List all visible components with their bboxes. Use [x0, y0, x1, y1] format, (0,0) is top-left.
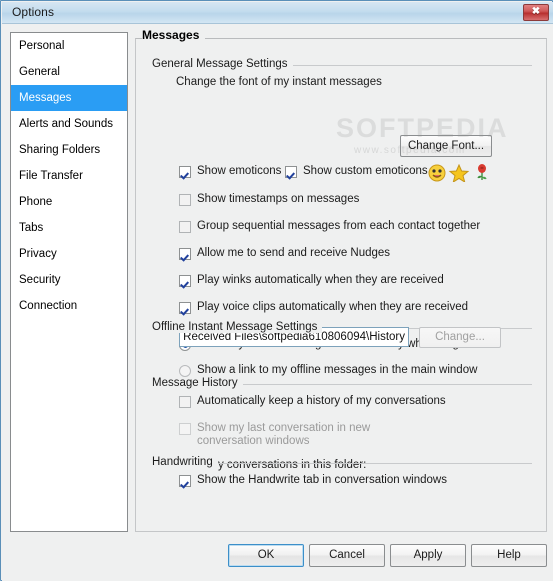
- checkbox-label: Allow me to send and receive Nudges: [197, 247, 391, 259]
- sidebar-item-personal[interactable]: Personal: [11, 33, 127, 59]
- checkbox-row-group-sequential[interactable]: Group sequential messages from each cont…: [179, 220, 480, 233]
- group-label-offline: Offline Instant Message Settings: [152, 321, 323, 333]
- checkbox-row-play-winks[interactable]: Play winks automatically when they are r…: [179, 274, 444, 287]
- group-label-general: General Message Settings: [152, 58, 293, 70]
- sidebar-item-file-transfer[interactable]: File Transfer: [11, 163, 127, 189]
- sidebar-item-messages[interactable]: Messages: [11, 85, 127, 111]
- options-dialog: Options ✖ Personal General Messages Alerts …: [0, 0, 553, 581]
- close-icon: ✖: [531, 6, 541, 17]
- sidebar-item-label: Security: [19, 274, 61, 286]
- checkbox-label: Show my last conversation in new convers…: [197, 422, 371, 447]
- sidebar-item-label: Phone: [19, 196, 53, 208]
- checkbox-allow-nudges[interactable]: [179, 248, 191, 260]
- checkbox-row-play-voice-clips[interactable]: Play voice clips automatically when they…: [179, 301, 468, 314]
- checkbox-show-emoticons[interactable]: [179, 166, 191, 178]
- ok-button[interactable]: OK: [228, 544, 304, 567]
- group-label-handwriting: Handwriting: [152, 456, 218, 468]
- sidebar-item-label: File Transfer: [19, 170, 83, 182]
- dialog-body: Personal General Messages Alerts and Sounds…: [2, 24, 553, 581]
- checkbox-row-allow-nudges[interactable]: Allow me to send and receive Nudges: [179, 247, 390, 260]
- rose-icon: [477, 164, 487, 180]
- sidebar-item-label: Sharing Folders: [19, 144, 101, 156]
- close-button[interactable]: ✖: [523, 4, 549, 21]
- panel-frame: SOFTPEDIA www.softpedia.com General Mess…: [135, 38, 547, 532]
- sidebar-item-tabs[interactable]: Tabs: [11, 215, 127, 241]
- sidebar-item-label: Personal: [19, 40, 65, 52]
- checkbox-play-voice-clips[interactable]: [179, 302, 191, 314]
- change-folder-button: Change...: [419, 327, 501, 348]
- checkbox-keep-history[interactable]: [179, 396, 191, 408]
- sidebar-item-label: Privacy: [19, 248, 57, 260]
- sidebar-item-label: Connection: [19, 300, 78, 312]
- checkbox-group-sequential-messages[interactable]: [179, 221, 191, 233]
- radio-label: Show a link to my offline messages in th…: [197, 364, 478, 376]
- checkbox-row-keep-history[interactable]: Automatically keep a history of my conve…: [179, 395, 446, 408]
- smiley-face-icon: [428, 164, 446, 182]
- sidebar-item-privacy[interactable]: Privacy: [11, 241, 127, 267]
- checkbox-row-handwrite-tab[interactable]: Show the Handwrite tab in conversation w…: [179, 474, 447, 487]
- checkbox-row-show-last-conversation: Show my last conversation in new convers…: [179, 422, 370, 448]
- checkbox-row-show-custom-emoticons[interactable]: Show custom emoticons: [285, 165, 428, 178]
- checkbox-show-last-conversation: [179, 423, 191, 435]
- checkbox-show-timestamps[interactable]: [179, 194, 191, 206]
- window-title: Options: [12, 5, 55, 19]
- title-bar: Options ✖: [2, 2, 553, 24]
- checkbox-label: Group sequential messages from each cont…: [197, 220, 481, 232]
- sidebar-item-sharing-folders[interactable]: Sharing Folders: [11, 137, 127, 163]
- star-icon: [448, 164, 470, 182]
- sidebar-item-general[interactable]: General: [11, 59, 127, 85]
- emoticon-preview-strip: [428, 164, 492, 182]
- checkbox-label: Play voice clips automatically when they…: [197, 301, 469, 313]
- checkbox-label: Show custom emoticons: [303, 165, 428, 177]
- sidebar-item-label: Messages: [19, 92, 72, 104]
- dialog-footer: OK Cancel Apply Help: [2, 544, 553, 581]
- settings-panel: Messages SOFTPEDIA www.softpedia.com Gen…: [135, 24, 547, 532]
- checkbox-row-show-timestamps[interactable]: Show timestamps on messages: [179, 193, 359, 206]
- sidebar-item-label: Alerts and Sounds: [19, 118, 113, 130]
- cancel-button[interactable]: Cancel: [309, 544, 385, 567]
- checkbox-label: Show the Handwrite tab in conversation w…: [197, 474, 447, 486]
- apply-button[interactable]: Apply: [390, 544, 466, 567]
- checkbox-label: Play winks automatically when they are r…: [197, 274, 444, 286]
- group-label-history: Message History: [152, 377, 243, 389]
- checkbox-play-winks[interactable]: [179, 275, 191, 287]
- radio-show-offline-link[interactable]: [179, 365, 191, 377]
- page-title: Messages: [142, 28, 206, 42]
- sidebar-item-alerts-and-sounds[interactable]: Alerts and Sounds: [11, 111, 127, 137]
- help-button[interactable]: Help: [471, 544, 547, 567]
- checkbox-label: Show timestamps on messages: [197, 193, 360, 205]
- checkbox-label: Show emoticons: [197, 165, 282, 177]
- radio-row-show-offline-link[interactable]: Show a link to my offline messages in th…: [179, 364, 477, 377]
- checkbox-row-show-emoticons[interactable]: Show emoticons: [179, 165, 281, 178]
- sidebar-item-label: Tabs: [19, 222, 44, 234]
- checkbox-label: Automatically keep a history of my conve…: [197, 395, 446, 407]
- font-hint-label: Change the font of my instant messages: [176, 76, 382, 88]
- checkbox-show-handwrite-tab[interactable]: [179, 475, 191, 487]
- sidebar-item-connection[interactable]: Connection: [11, 293, 127, 319]
- sidebar-item-phone[interactable]: Phone: [11, 189, 127, 215]
- sidebar-item-security[interactable]: Security: [11, 267, 127, 293]
- category-list[interactable]: Personal General Messages Alerts and Sounds…: [10, 32, 128, 532]
- sidebar-item-label: General: [19, 66, 60, 78]
- change-font-button[interactable]: Change Font...: [400, 135, 492, 157]
- checkbox-show-custom-emoticons[interactable]: [285, 166, 297, 178]
